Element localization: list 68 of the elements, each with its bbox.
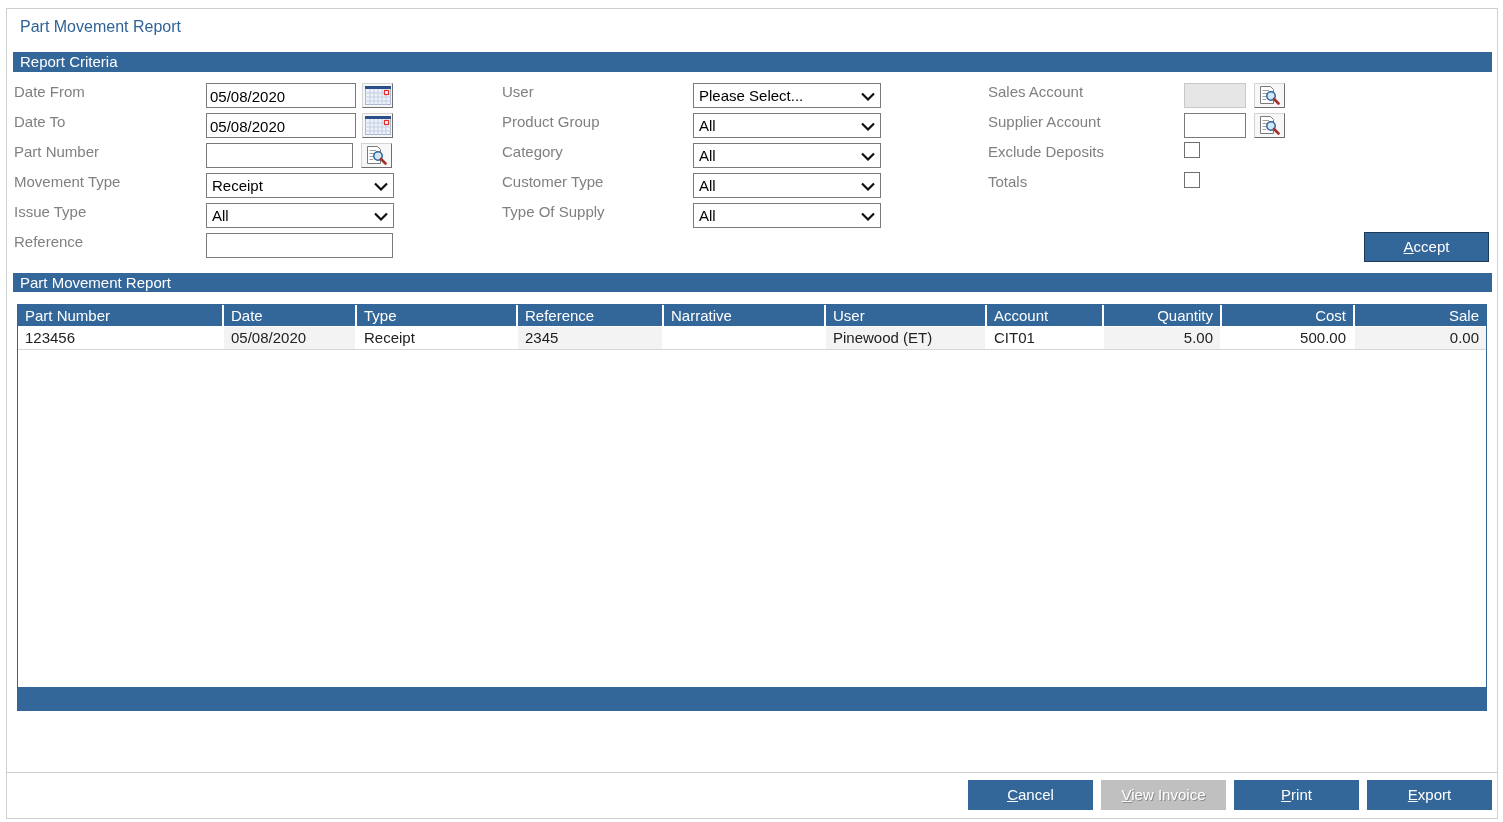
column-header: Narrative xyxy=(664,305,824,326)
chevron-down-icon xyxy=(861,152,875,161)
table-cell: 2345 xyxy=(518,327,662,349)
field-label: Date From xyxy=(14,83,86,101)
field-label: Customer Type xyxy=(502,173,605,191)
chevron-down-icon xyxy=(861,92,875,101)
action-button[interactable]: Export xyxy=(1367,780,1492,810)
dropdown[interactable]: All xyxy=(206,203,394,228)
dropdown[interactable]: Please Select... xyxy=(693,83,881,108)
action-button[interactable]: Print xyxy=(1234,780,1359,810)
input-field[interactable] xyxy=(1184,113,1246,138)
field-label: Date To xyxy=(14,113,67,131)
search-icon xyxy=(366,146,387,165)
dropdown[interactable]: All xyxy=(693,113,881,138)
chevron-down-icon xyxy=(861,212,875,221)
calendar-icon xyxy=(364,116,391,135)
chevron-down-icon xyxy=(374,182,388,191)
field-label: Issue Type xyxy=(14,203,88,221)
table-cell: 5.00 xyxy=(1104,327,1220,349)
chevron-down-icon xyxy=(374,212,388,221)
column-header: Type xyxy=(357,305,516,326)
checkbox[interactable] xyxy=(1184,142,1200,158)
table-cell: Pinewood (ET) xyxy=(826,327,985,349)
field-label: Category xyxy=(502,143,564,161)
search-icon xyxy=(1259,116,1280,135)
accept-button[interactable]: Accept xyxy=(1364,232,1489,262)
date-field[interactable]: 05/08/2020 xyxy=(206,83,356,108)
dropdown[interactable]: Receipt xyxy=(206,173,394,198)
field-label: User xyxy=(502,83,535,101)
column-header: Part Number xyxy=(18,305,222,326)
column-header: Date xyxy=(224,305,355,326)
field-label: Sales Account xyxy=(988,83,1085,101)
table-cell: 0.00 xyxy=(1355,327,1486,349)
section-header: Report Criteria xyxy=(13,52,1492,72)
dropdown[interactable]: All xyxy=(693,143,881,168)
field-label: Exclude Deposits xyxy=(988,143,1105,161)
chevron-down-icon xyxy=(861,182,875,191)
field-label: Movement Type xyxy=(14,173,122,191)
dropdown[interactable]: All xyxy=(693,203,881,228)
field-label: Type Of Supply xyxy=(502,203,606,221)
lookup-button[interactable] xyxy=(361,143,392,168)
column-header: User xyxy=(826,305,985,326)
input-field[interactable] xyxy=(206,233,393,258)
lookup-button[interactable] xyxy=(1254,83,1285,108)
input-field[interactable] xyxy=(206,143,353,168)
search-icon xyxy=(1259,86,1280,105)
table-cell: 05/08/2020 xyxy=(224,327,355,349)
chevron-down-icon xyxy=(861,122,875,131)
field-label: Part Number xyxy=(14,143,101,161)
date-field[interactable]: 05/08/2020 xyxy=(206,113,356,138)
field-label: Product Group xyxy=(502,113,601,131)
column-header: Reference xyxy=(518,305,662,326)
dropdown[interactable]: All xyxy=(693,173,881,198)
calendar-icon xyxy=(364,86,391,105)
calendar-button[interactable] xyxy=(362,83,393,108)
section-header: Part Movement Report xyxy=(13,273,1492,292)
page-title: Part Movement Report xyxy=(20,18,181,35)
column-header: Quantity xyxy=(1104,305,1220,326)
column-header: Cost xyxy=(1222,305,1353,326)
lookup-button[interactable] xyxy=(1254,113,1285,138)
field-label: Totals xyxy=(988,173,1029,191)
field-label: Supplier Account xyxy=(988,113,1102,131)
checkbox[interactable] xyxy=(1184,172,1200,188)
action-button[interactable]: Cancel xyxy=(968,780,1093,810)
column-header: Account xyxy=(987,305,1102,326)
calendar-button[interactable] xyxy=(362,113,393,138)
column-header: Sale xyxy=(1355,305,1486,326)
field-label: Reference xyxy=(14,233,85,251)
